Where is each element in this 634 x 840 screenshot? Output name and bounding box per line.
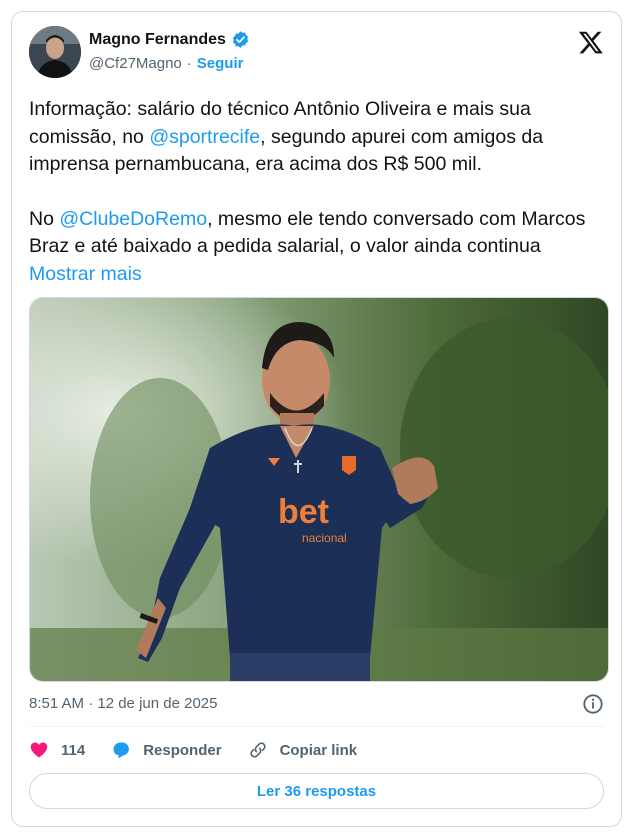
x-logo-icon[interactable] xyxy=(578,29,604,55)
tweet-text: Informação: salário do técnico Antônio O… xyxy=(29,96,609,288)
divider xyxy=(29,726,604,727)
heart-icon xyxy=(30,742,48,758)
mention-clubedoremo[interactable]: @ClubeDoRemo xyxy=(59,208,207,230)
text-segment: No xyxy=(29,207,60,230)
photo-illustration: bet nacional xyxy=(30,298,608,681)
author-name-row: Magno Fernandes xyxy=(89,30,250,49)
show-more-link[interactable]: Mostrar mais xyxy=(29,263,142,285)
reply-label: Responder xyxy=(143,741,222,759)
reply-bubble-icon xyxy=(113,742,130,759)
copy-link-label: Copiar link xyxy=(279,741,358,759)
copy-link-button[interactable]: Copiar link xyxy=(248,740,358,760)
shirt-logo-word: bet xyxy=(278,493,329,531)
tweet-paragraph-1: Informação: salário do técnico Antônio O… xyxy=(29,96,609,179)
author-handle[interactable]: @Cf27Magno xyxy=(89,55,182,72)
follow-button[interactable]: Seguir xyxy=(197,55,244,72)
author-handle-row: @Cf27Magno · Seguir xyxy=(89,55,243,72)
avatar[interactable] xyxy=(29,26,81,78)
action-bar: 114 Responder Copiar link xyxy=(29,740,383,760)
tweet-card: Magno Fernandes @Cf27Magno · Seguir Info… xyxy=(11,11,622,827)
mention-sportrecife[interactable]: @sportrecife xyxy=(149,126,260,148)
like-count: 114 xyxy=(61,741,86,759)
shirt-logo-sub: nacional xyxy=(302,531,347,545)
tweet-paragraph-2: No @ClubeDoRemo, mesmo ele tendo convers… xyxy=(29,206,609,289)
tweet-photo[interactable]: bet nacional xyxy=(29,297,609,682)
verified-badge-icon xyxy=(232,31,249,48)
avatar-image xyxy=(29,26,81,78)
link-icon xyxy=(249,742,266,758)
tweet-header: Magno Fernandes @Cf27Magno · Seguir xyxy=(29,26,604,82)
tweet-timestamp[interactable]: 8:51 AM · 12 de jun de 2025 xyxy=(29,695,217,712)
read-replies-button[interactable]: Ler 36 respostas xyxy=(29,773,604,809)
separator-dot: · xyxy=(186,55,192,72)
reply-button[interactable]: Responder xyxy=(111,740,222,760)
author-name[interactable]: Magno Fernandes xyxy=(89,31,226,49)
info-icon[interactable] xyxy=(582,693,604,715)
like-button[interactable]: 114 xyxy=(29,740,85,760)
